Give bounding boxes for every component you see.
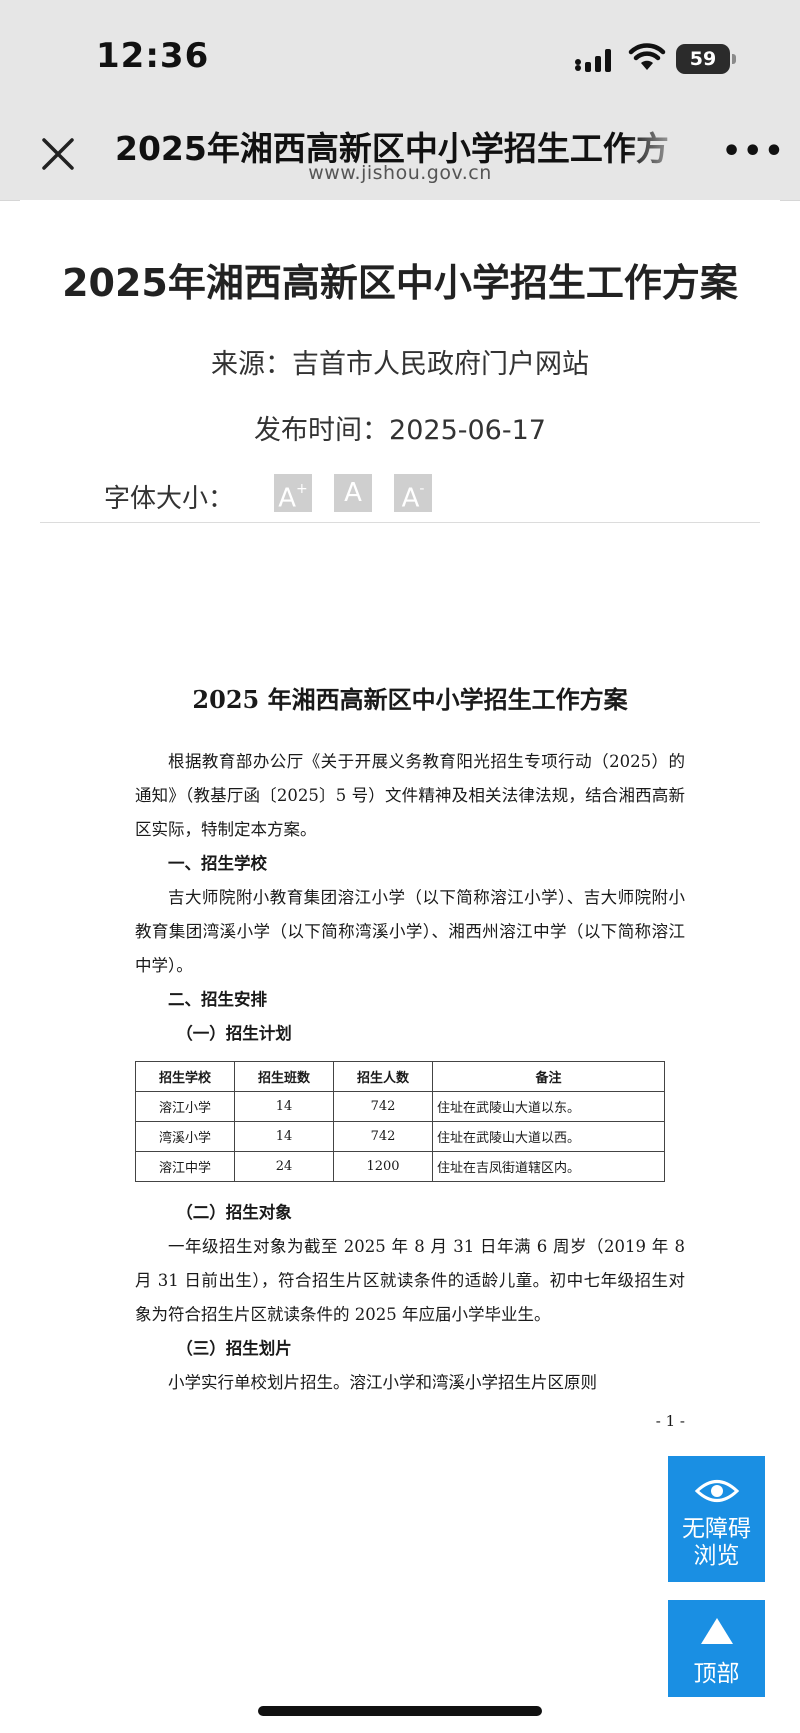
page-number: - 1 - (655, 1412, 685, 1430)
section-heading: 一、招生学校 (168, 854, 267, 873)
column-header: 招生班数 (234, 1061, 334, 1092)
accessibility-label: 浏览 (693, 1543, 740, 1569)
table-row: 溶江中学 24 1200 住址在吉凤街道辖区内。 (135, 1151, 665, 1182)
table-cell: 溶江小学 (135, 1091, 235, 1122)
subsection-heading: （一）招生计划 (176, 1024, 292, 1043)
column-header: 招生学校 (135, 1061, 235, 1092)
document-title: 2025 年湘西高新区中小学招生工作方案 (192, 685, 628, 714)
article-date: 发布时间：2025-06-17 (254, 415, 546, 446)
accessibility-browse-button[interactable]: 无障碍 浏览 (668, 1456, 765, 1582)
page-domain: www.jishou.gov.cn (308, 162, 492, 184)
cellular-signal-icon (575, 49, 611, 72)
table-cell: 住址在武陵山大道以西。 (432, 1121, 665, 1152)
table-row: 湾溪小学 14 742 住址在武陵山大道以西。 (135, 1121, 665, 1152)
table-cell: 湾溪小学 (135, 1121, 235, 1152)
article-page: 2025年湘西高新区中小学招生工作方案 来源：吉首市人民政府门户网站 发布时间：… (20, 200, 780, 1733)
browser-nav-bar: 2025年湘西高新区中小学招生工作方 www.jishou.gov.cn ••• (0, 110, 800, 201)
table-header-row: 招生学校 招生班数 招生人数 备注 (135, 1061, 665, 1092)
zoning-paragraph: 小学实行单校划片招生。溶江小学和湾溪小学招生片区原则 (168, 1373, 597, 1392)
back-to-top-button[interactable]: 顶部 (668, 1600, 765, 1697)
table-cell: 24 (234, 1151, 334, 1182)
accessibility-label: 无障碍 (682, 1516, 751, 1542)
schools-paragraph: 吉大师院附小教育集团溶江小学（以下简称溶江小学）、吉大师院附小教育集团湾溪小学（… (135, 888, 685, 975)
arrow-up-icon (700, 1618, 733, 1644)
targets-paragraph: 一年级招生对象为截至 2025 年 8 月 31 日年满 6 周岁（2019 年… (135, 1237, 685, 1324)
table-cell: 溶江中学 (135, 1151, 235, 1182)
column-header: 招生人数 (333, 1061, 433, 1092)
table-cell: 住址在吉凤街道辖区内。 (432, 1151, 665, 1182)
document-intro: 根据教育部办公厅《关于开展义务教育阳光招生专项行动（2025）的通知》（教基厅函… (135, 752, 685, 839)
table-row: 溶江小学 14 742 住址在武陵山大道以东。 (135, 1091, 665, 1122)
font-normal-button[interactable]: A (334, 474, 372, 512)
status-bar: 12:36 59 (0, 0, 800, 110)
eye-icon (694, 1480, 739, 1502)
subsection-heading: （二）招生对象 (176, 1203, 292, 1222)
article-source: 来源：吉首市人民政府门户网站 (211, 349, 589, 380)
table-cell: 742 (333, 1121, 433, 1152)
table-cell: 14 (234, 1091, 334, 1122)
status-time: 12:36 (96, 36, 210, 76)
divider (40, 522, 760, 523)
enrollment-table: 招生学校 招生班数 招生人数 备注 溶江小学 14 742 住址在武陵山大道以东… (135, 1061, 665, 1182)
subsection-heading: （三）招生划片 (176, 1339, 292, 1358)
battery-icon: 59 (676, 44, 736, 74)
table-cell: 742 (333, 1091, 433, 1122)
table-cell: 14 (234, 1121, 334, 1152)
font-smaller-button[interactable]: A- (394, 474, 432, 514)
column-header: 备注 (432, 1061, 665, 1092)
wifi-icon (628, 43, 666, 70)
more-options-icon[interactable]: ••• (722, 137, 784, 167)
table-cell: 住址在武陵山大道以东。 (432, 1091, 665, 1122)
table-cell: 1200 (333, 1151, 433, 1182)
document-image: 2025 年湘西高新区中小学招生工作方案 根据教育部办公厅《关于开展义务教育阳光… (135, 680, 685, 1444)
font-size-label: 字体大小： (104, 484, 235, 514)
home-indicator (258, 1706, 542, 1716)
font-larger-button[interactable]: A+ (274, 474, 312, 514)
section-heading: 二、招生安排 (168, 990, 267, 1009)
article-title: 2025年湘西高新区中小学招生工作方案 (62, 261, 738, 305)
back-to-top-label: 顶部 (693, 1661, 740, 1687)
